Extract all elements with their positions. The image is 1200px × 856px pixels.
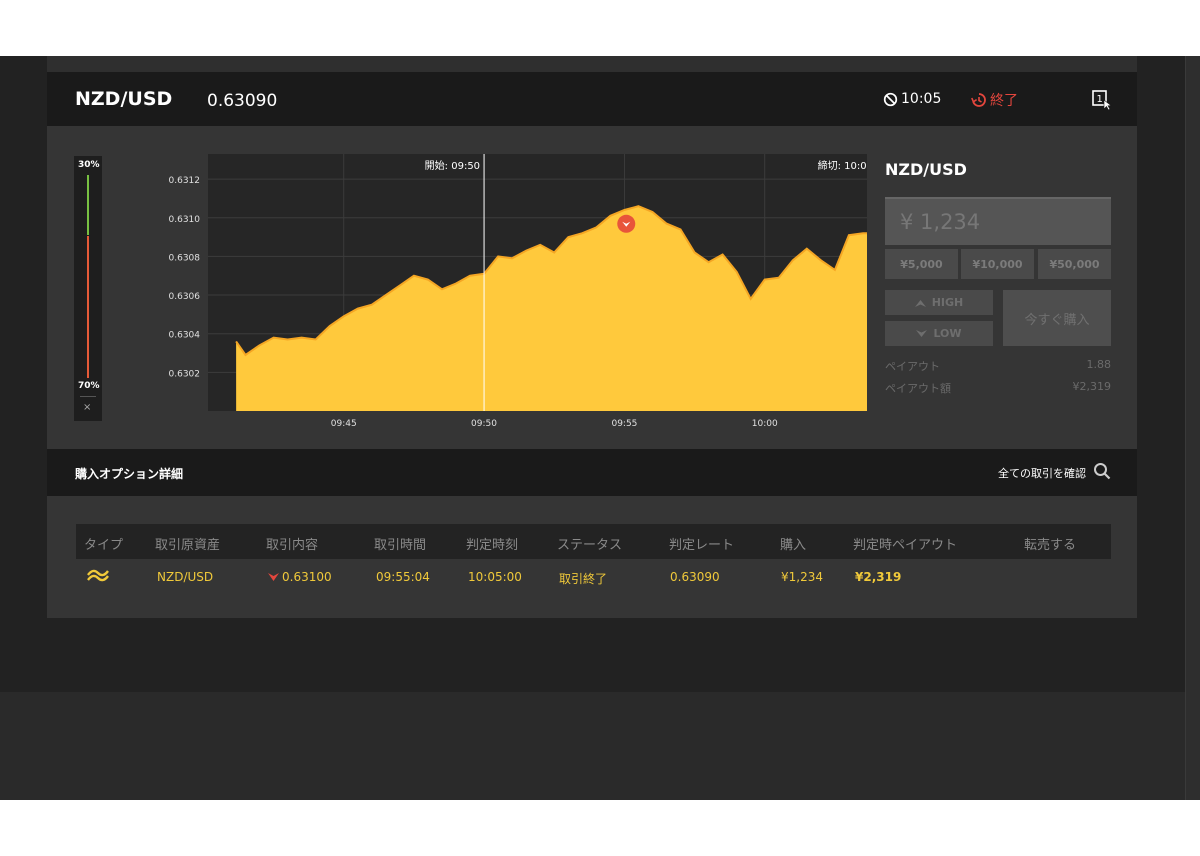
sentiment-low-bar bbox=[87, 236, 89, 378]
row-purchase: ¥1,234 bbox=[781, 570, 823, 584]
sentiment-close-button[interactable]: × bbox=[83, 402, 91, 413]
no-entry-icon bbox=[883, 92, 898, 106]
history-icon bbox=[971, 93, 986, 107]
high-low-type-icon bbox=[87, 569, 109, 582]
chart-y-tick-label: 0.6312 bbox=[169, 176, 201, 186]
high-button[interactable]: HIGH bbox=[885, 290, 993, 315]
col-payout: 判定時ペイアウト bbox=[853, 538, 958, 553]
round-status-text: 終了 bbox=[990, 93, 1018, 109]
trading-area: NZD/USD 0.63090 10:05 終了 1 30% 70% × 0.6… bbox=[0, 56, 1185, 692]
row-judge-rate: 0.63090 bbox=[670, 570, 720, 584]
chart-y-tick-label: 0.6306 bbox=[169, 292, 201, 302]
low-arrow-icon bbox=[916, 329, 928, 337]
preset-10000-button[interactable]: ¥10,000 bbox=[961, 249, 1034, 279]
amount-box bbox=[885, 197, 1111, 245]
col-asset: 取引原資産 bbox=[155, 538, 221, 553]
expiry-time: 10:05 bbox=[901, 91, 942, 107]
view-all-trades-link[interactable]: 全ての取引を確認 bbox=[998, 465, 1086, 481]
col-trade-time: 取引時間 bbox=[374, 538, 427, 553]
options-title: 購入オプション詳細 bbox=[75, 467, 184, 481]
row-status: 取引終了 bbox=[559, 572, 608, 586]
payout-row: ペイアウト 1.88 bbox=[885, 358, 1111, 374]
high-arrow-icon bbox=[914, 299, 926, 307]
sentiment-high-percent: 30% bbox=[78, 160, 100, 170]
chart-x-tick-label: 09:50 bbox=[471, 419, 497, 429]
col-judge-rate: 判定レート bbox=[669, 538, 735, 553]
preset-50000-button[interactable]: ¥50,000 bbox=[1038, 249, 1111, 279]
panel-top-strip bbox=[47, 56, 1137, 72]
row-payout: ¥2,319 bbox=[855, 570, 902, 584]
one-click-mode-icon[interactable]: 1 bbox=[1091, 89, 1113, 111]
buy-now-button[interactable]: 今すぐ購入 bbox=[1003, 290, 1111, 346]
chart-x-tick-label: 09:45 bbox=[331, 419, 357, 429]
page-scrollbar[interactable] bbox=[1185, 56, 1200, 800]
chart-y-tick-label: 0.6310 bbox=[169, 215, 201, 225]
col-purchase: 購入 bbox=[780, 538, 807, 553]
chart-y-tick-label: 0.6304 bbox=[169, 331, 201, 341]
chart-x-tick-label: 10:00 bbox=[752, 419, 778, 429]
chart-trade-marker bbox=[617, 214, 636, 233]
payout-amount-row: ペイアウト額 ¥2,319 bbox=[885, 380, 1111, 396]
amount-input[interactable] bbox=[885, 199, 1111, 245]
trade-asset-title: NZD/USD bbox=[885, 160, 967, 179]
low-direction-icon bbox=[268, 572, 279, 581]
payout-amount-value: ¥2,319 bbox=[1072, 380, 1112, 393]
sentiment-divider bbox=[80, 396, 96, 397]
col-judge-time: 判定時刻 bbox=[466, 538, 519, 553]
sentiment-high-bar bbox=[87, 175, 89, 235]
table-header: タイプ 取引原資産 取引内容 取引時間 判定時刻 ステータス 判定レート 購入 … bbox=[76, 524, 1111, 559]
chart-end-label: 締切: 10:04 bbox=[818, 159, 867, 172]
col-status: ステータス bbox=[557, 538, 623, 553]
chart-x-tick-label: 09:55 bbox=[611, 419, 637, 429]
low-button-label: LOW bbox=[933, 327, 962, 340]
trader-sentiment-bar: 30% 70% × bbox=[74, 156, 102, 421]
expiry-timer: 10:05 bbox=[883, 91, 941, 107]
search-icon[interactable] bbox=[1093, 462, 1111, 480]
payout-value: 1.88 bbox=[1086, 358, 1112, 371]
preset-5000-button[interactable]: ¥5,000 bbox=[885, 249, 958, 279]
current-rate: 0.63090 bbox=[207, 91, 278, 111]
chart-start-label: 開始: 09:50 bbox=[425, 159, 480, 172]
payout-amount-label: ペイアウト額 bbox=[885, 382, 951, 395]
options-bar: 購入オプション詳細 全ての取引を確認 bbox=[47, 449, 1137, 496]
svg-text:1: 1 bbox=[1097, 94, 1103, 105]
col-content: 取引内容 bbox=[266, 538, 319, 553]
asset-symbol: NZD/USD bbox=[75, 88, 173, 110]
payout-label: ペイアウト bbox=[885, 360, 940, 373]
sentiment-low-percent: 70% bbox=[78, 381, 100, 391]
chart-y-tick-label: 0.6302 bbox=[169, 369, 201, 379]
round-status: 終了 bbox=[971, 90, 1018, 110]
col-type: タイプ bbox=[84, 538, 124, 553]
row-asset: NZD/USD bbox=[157, 570, 214, 584]
row-judge-time: 10:05:00 bbox=[468, 570, 522, 584]
app-background: NZD/USD 0.63090 10:05 終了 1 30% 70% × 0.6… bbox=[0, 56, 1200, 800]
row-trade-time: 09:55:04 bbox=[376, 570, 430, 584]
asset-header: NZD/USD 0.63090 10:05 終了 1 bbox=[47, 72, 1137, 126]
low-button[interactable]: LOW bbox=[885, 321, 993, 346]
chart-y-tick-label: 0.6308 bbox=[169, 253, 201, 263]
row-content-rate: 0.63100 bbox=[282, 570, 332, 584]
high-button-label: HIGH bbox=[931, 296, 964, 309]
col-resell: 転売する bbox=[1024, 538, 1077, 553]
price-chart: 0.6312 0.6310 0.6308 0.6306 0.6304 0.6302 09:4… bbox=[169, 154, 867, 429]
row-content: 0.63100 bbox=[268, 570, 332, 584]
